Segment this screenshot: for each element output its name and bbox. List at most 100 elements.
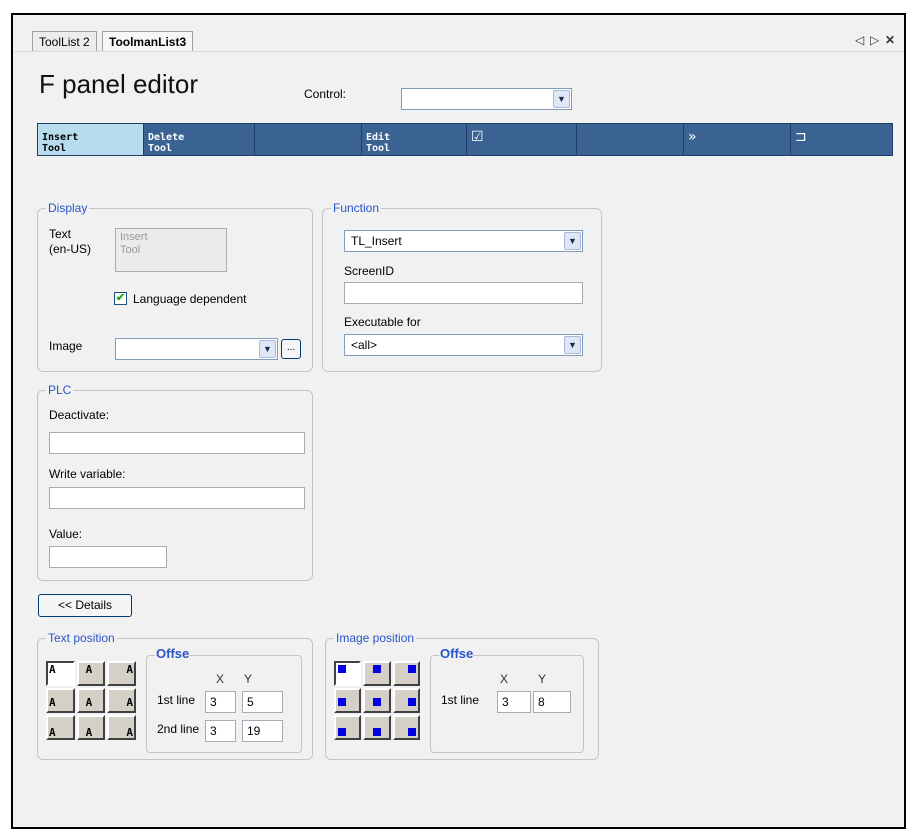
page-title: F panel editor xyxy=(39,69,198,99)
write-variable-label: Write variable: xyxy=(49,467,126,481)
text-line2-label: 2nd line xyxy=(157,722,200,736)
image-offset-y-label: Y xyxy=(538,672,547,686)
align-middle-center[interactable]: A xyxy=(76,688,106,713)
image-offset-group: Offset X Y 1st line 3 8 xyxy=(430,646,584,753)
control-label: Control: xyxy=(304,87,347,101)
image-align-middle-right[interactable] xyxy=(392,688,420,713)
return-toolbar-button[interactable]: ⊐ xyxy=(791,124,892,155)
image-align-bottom-right[interactable] xyxy=(392,715,420,740)
screenid-label: ScreenID xyxy=(344,264,395,278)
text-position-legend: Text position xyxy=(46,631,117,645)
delete-tool-label-2: Tool xyxy=(148,143,173,154)
value-label: Value: xyxy=(49,527,83,541)
image-align-top-right[interactable] xyxy=(392,661,420,686)
chevron-down-icon[interactable]: ▼ xyxy=(553,90,570,108)
text-label: Text xyxy=(49,227,72,241)
previous-arrow-icon[interactable]: ◁ xyxy=(855,33,864,47)
edit-tool-label-1: Edit xyxy=(366,132,391,143)
insert-tool-label-2: Tool xyxy=(42,143,67,154)
text-line1-y-input[interactable]: 5 xyxy=(242,691,283,713)
function-dropdown[interactable]: TL_Insert ▼ xyxy=(344,230,583,252)
delete-tool-button[interactable]: Delete Tool xyxy=(144,124,255,155)
image-align-bottom-center[interactable] xyxy=(363,715,391,740)
image-dropdown[interactable]: ▼ xyxy=(115,338,278,360)
align-middle-left[interactable]: A xyxy=(46,688,75,713)
image-line1-y-input[interactable]: 8 xyxy=(533,691,571,713)
edit-tool-button[interactable]: Edit Tool xyxy=(362,124,467,155)
text-offset-group: Offset X Y 1st line 3 5 2nd line 3 19 xyxy=(146,646,302,753)
image-line1-x-input[interactable]: 3 xyxy=(497,691,531,713)
details-button[interactable]: << Details xyxy=(38,594,132,617)
write-variable-input[interactable] xyxy=(49,487,305,509)
insert-tool-button[interactable]: Insert Tool xyxy=(38,124,144,155)
align-bottom-right[interactable]: A xyxy=(107,715,136,740)
return-arrow-icon: ⊐ xyxy=(795,129,807,145)
image-align-bottom-left[interactable] xyxy=(334,715,362,740)
executable-for-dropdown[interactable]: <all> ▼ xyxy=(344,334,583,356)
text-line2-x-input[interactable]: 3 xyxy=(205,720,236,742)
display-group: Display Text (en-US) Insert Tool ✔ Langu… xyxy=(37,201,313,372)
align-top-left[interactable]: A xyxy=(46,661,75,686)
tab-toolmanlist3[interactable]: ToolmanList3 xyxy=(102,31,194,51)
delete-tool-label-1: Delete xyxy=(148,132,185,143)
close-icon[interactable]: ✕ xyxy=(885,33,895,47)
empty-toolbar-button-2[interactable] xyxy=(577,124,684,155)
text-value-line-1: Insert xyxy=(120,231,148,243)
image-alignment-grid xyxy=(334,661,420,740)
text-value-line-2: Tool xyxy=(120,244,141,256)
align-top-right[interactable]: A xyxy=(107,661,136,686)
tab-toollist-2[interactable]: ToolList 2 xyxy=(32,31,97,51)
chevron-down-icon[interactable]: ▼ xyxy=(259,340,276,358)
image-line1-label: 1st line xyxy=(441,693,480,707)
text-offset-x-label: X xyxy=(216,672,225,686)
text-value-field[interactable]: Insert Tool xyxy=(115,228,227,272)
image-position-legend: Image position xyxy=(334,631,417,645)
display-legend: Display xyxy=(46,201,90,215)
function-value: TL_Insert xyxy=(351,234,402,248)
image-align-middle-left[interactable] xyxy=(334,688,362,713)
plc-group: PLC Deactivate: Write variable: Value: xyxy=(37,383,313,581)
image-align-middle-center[interactable] xyxy=(363,688,391,713)
screenid-input[interactable] xyxy=(344,282,583,304)
insert-tool-label-1: Insert xyxy=(42,132,79,143)
edit-tool-label-2: Tool xyxy=(366,143,391,154)
align-bottom-left[interactable]: A xyxy=(46,715,75,740)
text-offset-y-label: Y xyxy=(244,672,253,686)
text-offset-legend: Offset xyxy=(155,646,189,661)
text-alignment-grid: A A A A A A A A A xyxy=(46,661,136,740)
deactivate-input[interactable] xyxy=(49,432,305,454)
checkbox-icon: ☑ xyxy=(471,129,484,145)
next-arrow-icon[interactable]: ▷ xyxy=(870,33,879,47)
chevron-down-icon[interactable]: ▼ xyxy=(564,232,581,250)
text-language-label: (en-US) xyxy=(49,242,92,256)
image-position-group: Image position Offset X Y 1st line 3 8 xyxy=(325,631,599,760)
plc-legend: PLC xyxy=(46,383,74,397)
language-dependent-checkbox[interactable]: ✔ xyxy=(114,292,127,305)
image-offset-x-label: X xyxy=(500,672,509,686)
image-align-top-left[interactable] xyxy=(334,661,362,686)
empty-toolbar-button[interactable] xyxy=(255,124,362,155)
checkbox-toolbar-button[interactable]: ☑ xyxy=(467,124,577,155)
deactivate-label: Deactivate: xyxy=(49,408,110,422)
function-legend: Function xyxy=(331,201,382,215)
panel-editor-window: ToolList 2 ToolmanList3 ◁ ▷ ✕ F panel ed… xyxy=(11,13,906,829)
control-dropdown[interactable]: ▼ xyxy=(401,88,572,110)
align-middle-right[interactable]: A xyxy=(107,688,136,713)
double-chevron-right-icon: » xyxy=(688,129,697,145)
more-toolbar-button[interactable]: » xyxy=(684,124,791,155)
value-input[interactable] xyxy=(49,546,167,568)
image-label: Image xyxy=(49,339,83,353)
text-position-group: Text position A A A A A A A A A Offset X… xyxy=(37,631,313,760)
language-dependent-label: Language dependent xyxy=(133,292,247,306)
function-group: Function TL_Insert ▼ ScreenID Executable… xyxy=(322,201,602,372)
align-bottom-center[interactable]: A xyxy=(76,715,106,740)
chevron-down-icon[interactable]: ▼ xyxy=(564,336,581,354)
image-align-top-center[interactable] xyxy=(363,661,391,686)
text-line2-y-input[interactable]: 19 xyxy=(242,720,283,742)
executable-for-value: <all> xyxy=(351,338,378,352)
image-browse-button[interactable]: ... xyxy=(281,339,301,359)
text-line1-x-input[interactable]: 3 xyxy=(205,691,236,713)
executable-for-label: Executable for xyxy=(344,315,421,329)
text-line1-label: 1st line xyxy=(157,693,196,707)
align-top-center[interactable]: A xyxy=(76,661,106,686)
